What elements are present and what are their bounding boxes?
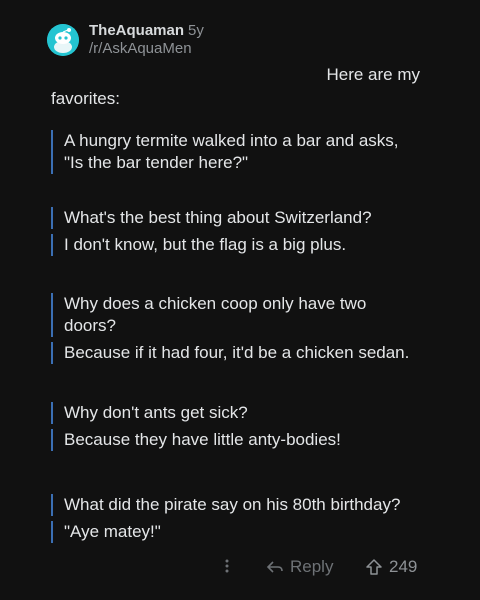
joke-answer: "Aye matey!" — [51, 521, 441, 543]
author-name[interactable]: TheAquaman — [89, 22, 184, 39]
joke-quote-1: A hungry termite walked into a bar and a… — [51, 130, 441, 179]
joke-question: What's the best thing about Switzerland? — [51, 207, 441, 229]
intro-line-1: Here are my — [326, 65, 420, 84]
reply-label: Reply — [290, 557, 334, 576]
joke-question: Why don't ants get sick? — [51, 402, 441, 424]
snoo-avatar-icon — [47, 24, 79, 56]
intro-line-2: favorites: — [51, 89, 120, 108]
joke-quote-3: Why does a chicken coop only have two do… — [51, 293, 441, 369]
comment-age: 5y — [188, 22, 204, 39]
joke-question: Why does a chicken coop only have two do… — [51, 293, 441, 337]
joke-question-line: Why does a chicken coop only have two — [64, 294, 367, 313]
comment-actions: Reply 249 — [0, 556, 480, 580]
joke-question-line: "Is the bar tender here?" — [64, 153, 249, 172]
joke-answer: Because if it had four, it'd be a chicke… — [51, 342, 441, 364]
comment-meta: TheAquaman 5y /r/AskAquaMen — [89, 22, 204, 58]
more-options-icon[interactable] — [222, 558, 232, 574]
comment-intro: Here are my favorites: — [51, 63, 426, 111]
joke-answer: I don't know, but the flag is a big plus… — [51, 234, 441, 256]
joke-quote-2: What's the best thing about Switzerland?… — [51, 207, 441, 261]
joke-question-line: doors? — [64, 316, 116, 335]
upvote-arrow-icon — [366, 559, 382, 575]
joke-question-line: A hungry termite walked into a bar and a… — [64, 131, 399, 150]
upvote-button[interactable]: 249 — [365, 557, 417, 577]
comment-header: TheAquaman 5y /r/AskAquaMen — [47, 22, 204, 58]
joke-question: A hungry termite walked into a bar and a… — [51, 130, 441, 174]
avatar[interactable] — [47, 24, 79, 56]
joke-quote-4: Why don't ants get sick? Because they ha… — [51, 402, 441, 456]
reply-arrow-icon — [266, 561, 283, 573]
joke-question: What did the pirate say on his 80th birt… — [51, 494, 441, 516]
user-flair: /r/AskAquaMen — [89, 40, 192, 57]
joke-answer: Because they have little anty-bodies! — [51, 429, 441, 451]
reply-button[interactable]: Reply — [266, 557, 333, 577]
vertical-dots-icon — [225, 559, 229, 573]
joke-quote-5: What did the pirate say on his 80th birt… — [51, 494, 441, 548]
author-line: TheAquaman 5y — [89, 22, 204, 40]
vote-score: 249 — [389, 557, 418, 576]
